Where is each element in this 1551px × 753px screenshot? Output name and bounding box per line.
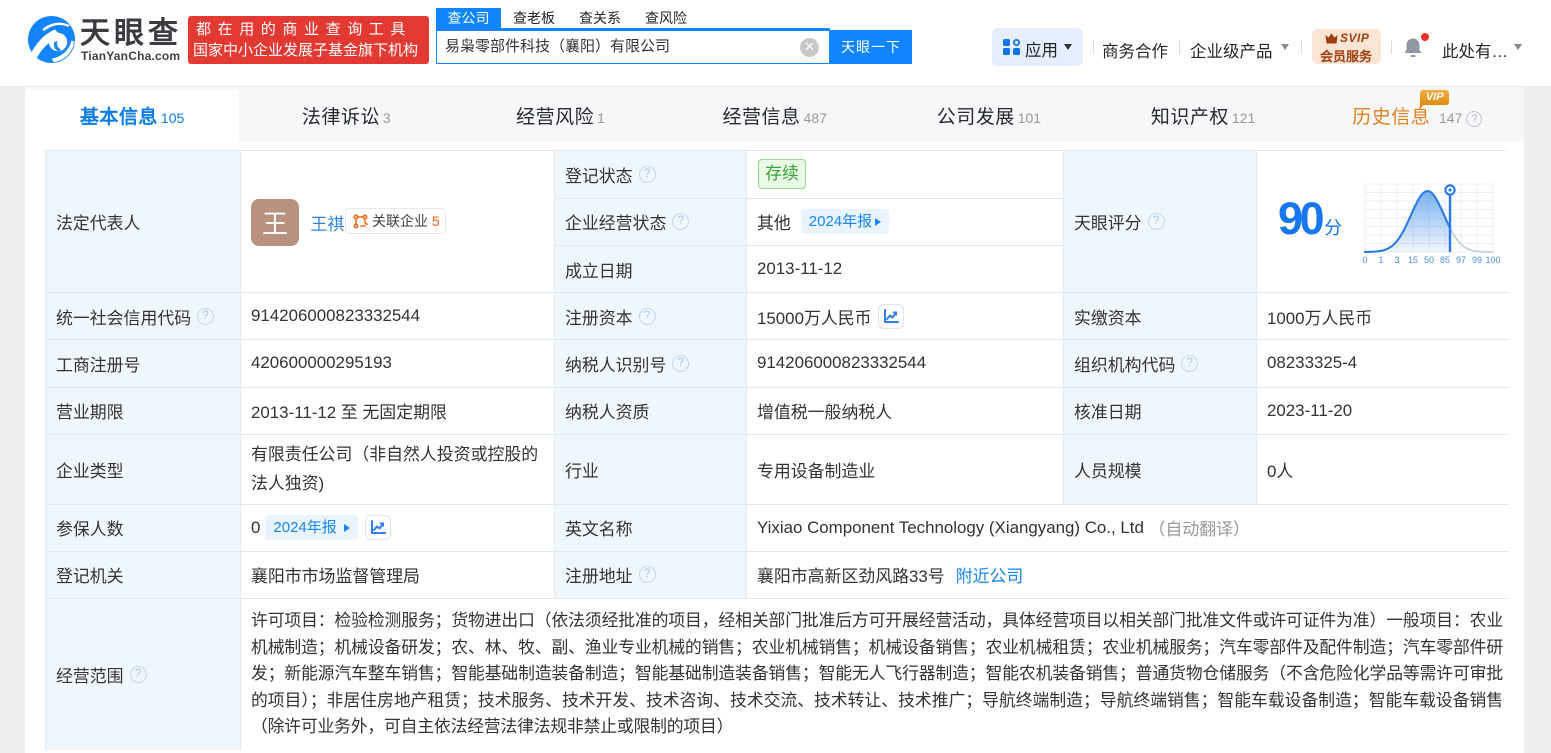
svg-text:100: 100 bbox=[1485, 255, 1500, 265]
svg-text:15: 15 bbox=[1408, 255, 1418, 265]
svg-text:85: 85 bbox=[1440, 255, 1450, 265]
svg-text:99: 99 bbox=[1472, 255, 1482, 265]
svg-text:1: 1 bbox=[1378, 255, 1383, 265]
svg-text:97: 97 bbox=[1456, 255, 1466, 265]
svg-text:50: 50 bbox=[1424, 255, 1434, 265]
svg-text:0: 0 bbox=[1362, 255, 1367, 265]
svg-text:3: 3 bbox=[1394, 255, 1399, 265]
